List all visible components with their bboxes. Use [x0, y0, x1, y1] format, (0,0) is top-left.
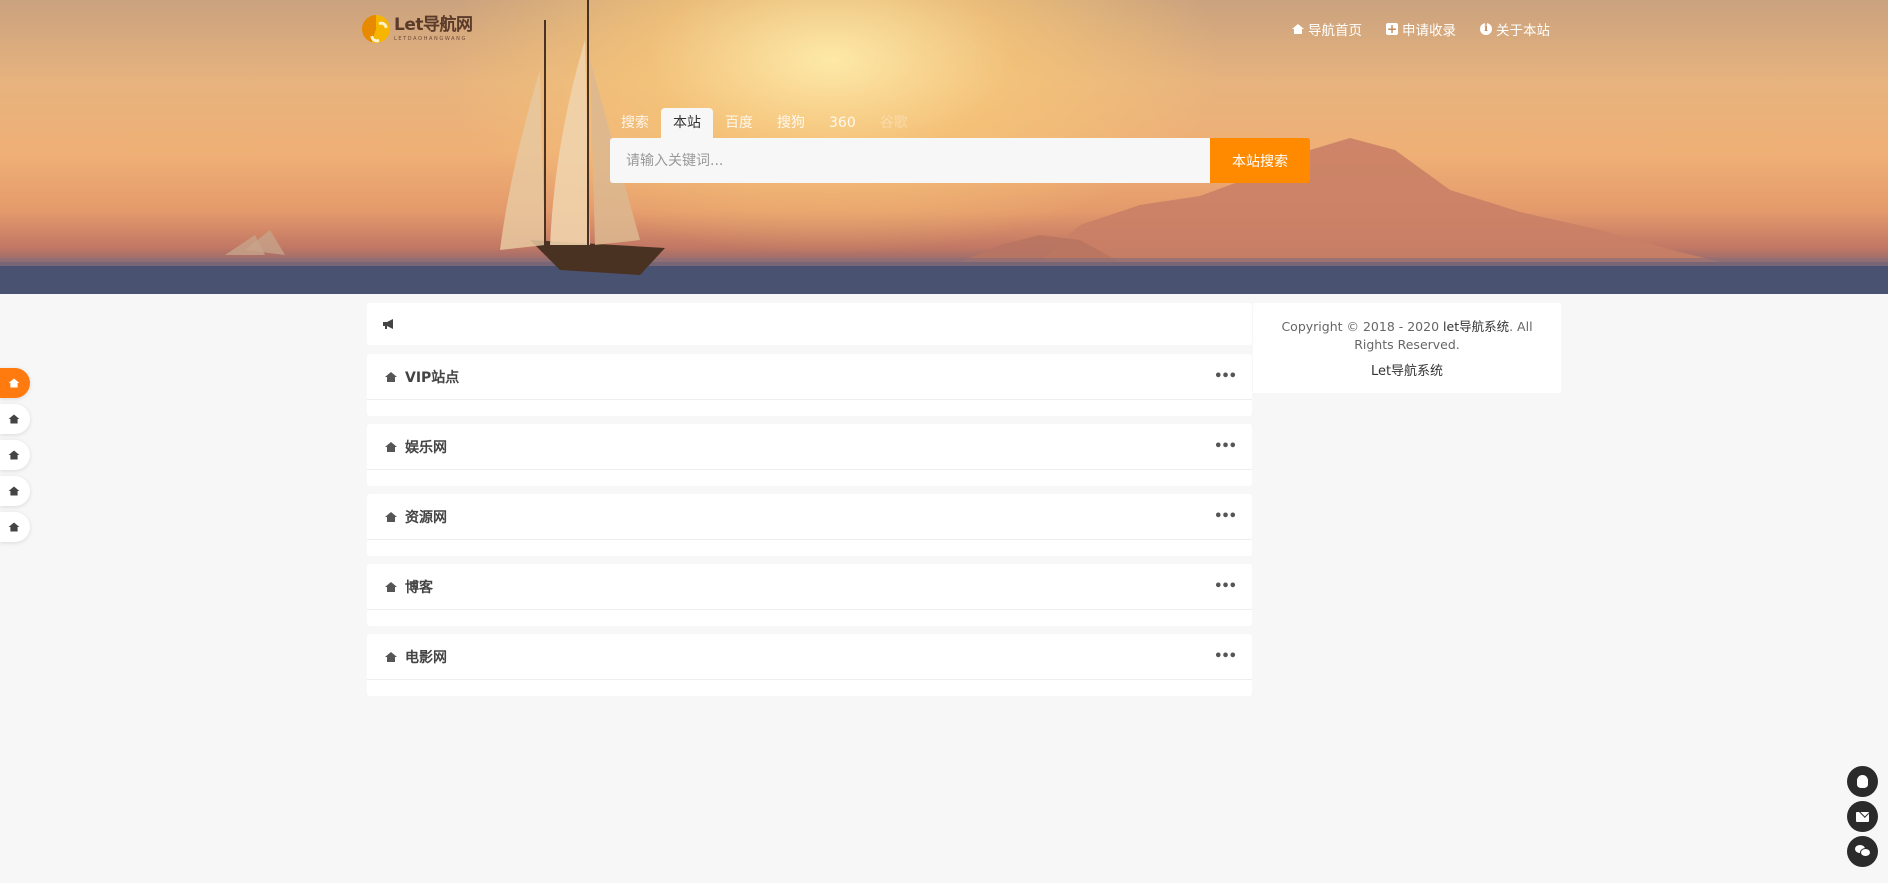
search-input[interactable]	[610, 138, 1210, 183]
float-nav-item-vip[interactable]	[0, 404, 30, 434]
more-options-icon[interactable]: •••	[1214, 509, 1237, 524]
home-icon	[1292, 24, 1304, 34]
bullhorn-icon	[383, 319, 393, 329]
sidebar-copyright-box: Copyright © 2018 - 2020 let导航系统. All Rig…	[1253, 303, 1561, 393]
home-icon	[8, 414, 20, 424]
more-options-icon[interactable]: •••	[1214, 439, 1237, 454]
home-icon	[385, 651, 397, 662]
qq-icon	[1857, 775, 1868, 788]
nav-home-label: 导航首页	[1308, 23, 1362, 39]
search-tab-sogou[interactable]: 搜狗	[765, 108, 817, 138]
home-icon	[385, 581, 397, 592]
category-header: 资源网 •••	[367, 494, 1252, 540]
category-header: 娱乐网 •••	[367, 424, 1252, 470]
search-tab-360[interactable]: 360	[817, 108, 868, 138]
home-icon	[8, 522, 20, 532]
category-title: 博客	[405, 579, 433, 596]
right-float-buttons	[1847, 766, 1878, 871]
category-header: 电影网 •••	[367, 634, 1252, 680]
category-title: VIP站点	[405, 369, 460, 386]
logo-subtitle: LETDAOHANGWANG	[394, 35, 467, 42]
search-tab-search[interactable]: 搜索	[609, 108, 661, 138]
more-options-icon[interactable]: •••	[1214, 649, 1237, 664]
search-bar: 本站搜索	[610, 138, 1310, 183]
qq-button[interactable]	[1847, 766, 1878, 797]
home-icon	[8, 486, 20, 496]
float-nav-item-blog[interactable]	[0, 512, 30, 542]
copyright-site-link[interactable]: let导航系统	[1443, 319, 1509, 334]
home-icon	[385, 441, 397, 452]
main-content: VIP站点 ••• 娱乐网 ••• 资源网 ••• 博客 ••• 电影网 •••	[367, 303, 1252, 704]
logo-mark-icon	[362, 15, 390, 43]
more-options-icon[interactable]: •••	[1214, 579, 1237, 594]
top-navigation: 导航首页 + 申请收录 i 关于本站	[1292, 19, 1550, 39]
plus-square-icon: +	[1386, 22, 1398, 36]
copyright-prefix: Copyright © 2018 - 2020	[1281, 319, 1444, 334]
category-card: VIP站点 •••	[367, 354, 1252, 416]
home-icon	[8, 450, 20, 460]
more-options-icon[interactable]: •••	[1214, 369, 1237, 384]
wechat-button[interactable]	[1847, 836, 1878, 867]
footer-brand[interactable]: Let导航系统	[1253, 360, 1561, 379]
logo-title: Let导航网	[394, 14, 473, 35]
nav-about-label: 关于本站	[1496, 23, 1550, 39]
nav-about-link[interactable]: i 关于本站	[1480, 19, 1550, 39]
category-card: 资源网 •••	[367, 494, 1252, 556]
float-nav-item-entertainment[interactable]	[0, 440, 30, 470]
search-tab-site[interactable]: 本站	[661, 108, 713, 138]
float-nav-item-resources[interactable]	[0, 476, 30, 506]
info-circle-icon: i	[1480, 23, 1492, 35]
site-logo[interactable]: Let导航网 LETDAOHANGWANG	[362, 14, 473, 44]
home-icon	[8, 378, 20, 388]
wechat-icon	[1854, 845, 1871, 858]
category-title: 电影网	[405, 649, 447, 666]
category-card: 电影网 •••	[367, 634, 1252, 696]
hero-banner: Let导航网 LETDAOHANGWANG 导航首页 + 申请收录 i 关于本站…	[0, 0, 1888, 294]
category-title: 娱乐网	[405, 439, 447, 456]
logo-text: Let导航网 LETDAOHANGWANG	[394, 14, 473, 42]
category-header: VIP站点 •••	[367, 354, 1252, 400]
home-icon	[385, 371, 397, 382]
category-header: 博客 •••	[367, 564, 1252, 610]
category-card: 博客 •••	[367, 564, 1252, 626]
search-engine-tabs: 搜索 本站 百度 搜狗 360 谷歌	[609, 108, 920, 138]
search-tab-baidu[interactable]: 百度	[713, 108, 765, 138]
notice-bar	[367, 303, 1252, 345]
home-icon	[385, 511, 397, 522]
float-nav-item-home[interactable]	[0, 368, 30, 398]
mail-button[interactable]	[1847, 801, 1878, 832]
category-title: 资源网	[405, 509, 447, 526]
nav-submit-link[interactable]: + 申请收录	[1386, 19, 1456, 39]
nav-home-link[interactable]: 导航首页	[1292, 19, 1362, 39]
mail-icon	[1856, 811, 1869, 822]
search-tab-google[interactable]: 谷歌	[868, 108, 920, 138]
copyright-text: Copyright © 2018 - 2020 let导航系统. All Rig…	[1253, 318, 1561, 354]
left-float-nav	[0, 368, 30, 548]
nav-submit-label: 申请收录	[1402, 23, 1456, 39]
category-card: 娱乐网 •••	[367, 424, 1252, 486]
search-button[interactable]: 本站搜索	[1210, 138, 1310, 183]
